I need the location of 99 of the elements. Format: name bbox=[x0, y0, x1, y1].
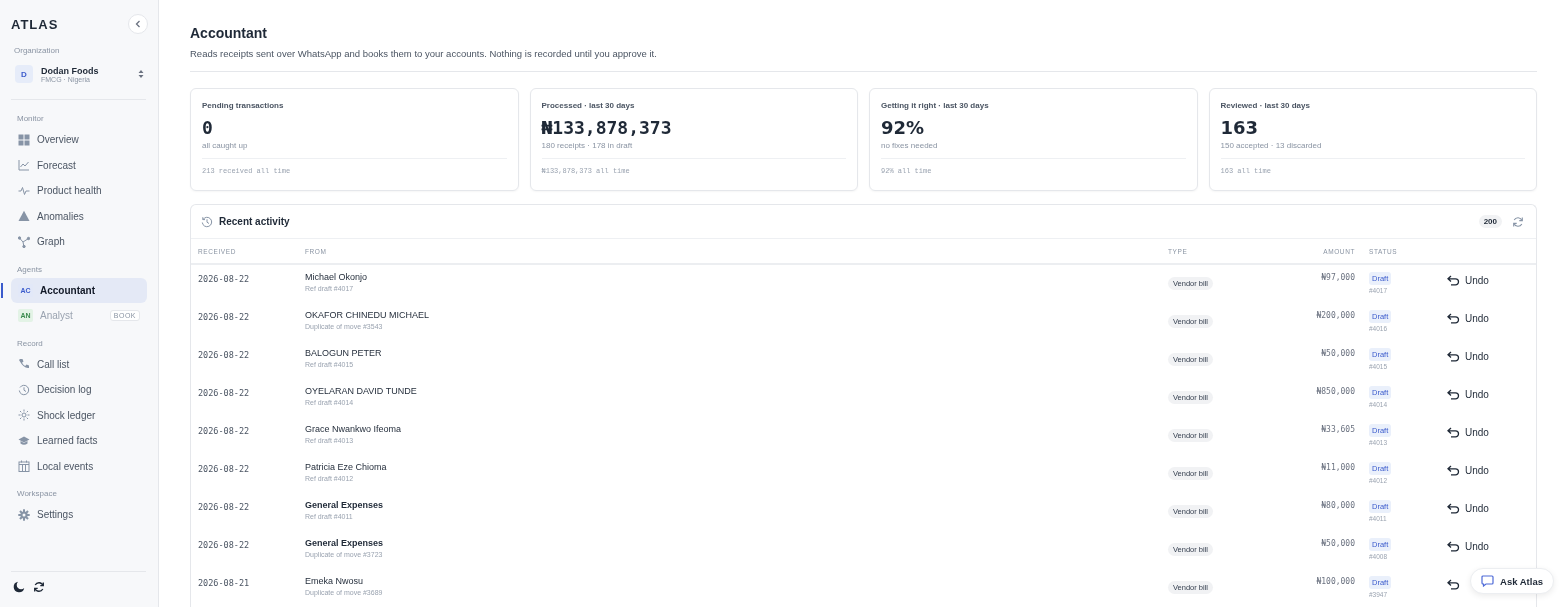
amount-cell-text: ₦100,000 bbox=[1315, 576, 1355, 586]
undo-button[interactable]: Undo bbox=[1447, 311, 1489, 324]
undo-icon bbox=[1447, 503, 1460, 514]
sender-name: Emeka Nwosu bbox=[305, 576, 365, 586]
undo-button[interactable]: Undo bbox=[1447, 425, 1489, 438]
sender-name: OYELARAN DAVID TUNDE bbox=[305, 386, 418, 396]
nav-item[interactable]: Overview bbox=[11, 127, 147, 153]
date-cell-text: 2026-08-22 bbox=[198, 273, 251, 284]
warning-icon bbox=[18, 210, 30, 223]
undo-icon bbox=[1447, 427, 1460, 438]
amount-cell-text: ₦33,605 bbox=[1320, 424, 1355, 434]
undo-button[interactable] bbox=[1447, 577, 1460, 590]
count-badge: 200 bbox=[1478, 215, 1502, 228]
undo-icon bbox=[1447, 351, 1460, 362]
calendar-icon bbox=[18, 460, 30, 473]
phone-icon bbox=[18, 358, 30, 371]
sender-name: BALOGUN PETER bbox=[305, 348, 383, 358]
nav-item[interactable]: Anomalies bbox=[11, 203, 147, 229]
stat-note: 180 receipts · 178 in draft bbox=[541, 141, 846, 159]
chevron-left-icon bbox=[133, 19, 143, 29]
undo-icon bbox=[1447, 275, 1460, 286]
stat-label: Reviewed · last 30 days bbox=[1220, 101, 1311, 110]
stat-label: Getting it right · last 30 days bbox=[881, 101, 990, 110]
stat-label: Processed · last 30 days bbox=[541, 101, 636, 110]
undo-button[interactable]: Undo bbox=[1447, 387, 1489, 400]
stat-note: all caught up bbox=[202, 141, 507, 159]
section-label: Agents bbox=[16, 263, 43, 276]
history-icon bbox=[18, 383, 30, 396]
stat-note: no fixes needed bbox=[881, 141, 1186, 159]
nav-item[interactable]: Settings bbox=[11, 502, 147, 528]
nav-item[interactable]: Graph bbox=[11, 229, 147, 255]
chart-icon bbox=[18, 159, 30, 172]
panel-title: Recent activity bbox=[219, 216, 290, 227]
cap-icon bbox=[18, 434, 30, 447]
section-label: Workspace bbox=[16, 488, 58, 500]
sender-name: OKAFOR CHINEDU MICHAEL bbox=[305, 310, 430, 320]
undo-icon bbox=[1447, 579, 1460, 590]
sender-name: Michael Okonjo bbox=[305, 272, 369, 282]
undo-button[interactable]: Undo bbox=[1447, 463, 1489, 476]
page-title: Accountant bbox=[190, 25, 268, 41]
grid-icon bbox=[18, 133, 30, 146]
history-icon bbox=[201, 215, 213, 228]
refresh-icon[interactable] bbox=[33, 581, 45, 593]
amount-cell-text: ₦80,000 bbox=[1320, 500, 1355, 510]
sender-name: General Expenses bbox=[305, 500, 385, 510]
moon-icon[interactable] bbox=[13, 581, 25, 593]
ask-assistant-button[interactable]: Ask Atlas bbox=[1470, 568, 1554, 594]
stat-value: ₦133,878,373 bbox=[541, 117, 673, 138]
amount-cell-text: ₦200,000 bbox=[1315, 310, 1355, 320]
sun-icon bbox=[18, 409, 30, 422]
section-label: Record bbox=[16, 337, 44, 350]
nav-item[interactable]: Local events bbox=[11, 453, 147, 479]
undo-icon bbox=[1447, 389, 1460, 400]
stat-note: 150 accepted · 13 discarded bbox=[1220, 141, 1525, 159]
nav-item[interactable]: Decision log bbox=[11, 377, 147, 403]
undo-icon bbox=[1447, 313, 1460, 324]
undo-button[interactable]: Undo bbox=[1447, 501, 1489, 514]
undo-button[interactable]: Undo bbox=[1447, 539, 1489, 552]
stat-value: 92% bbox=[881, 117, 926, 138]
date-cell-text: 2026-08-22 bbox=[198, 311, 251, 322]
section-label: Monitor bbox=[16, 113, 45, 125]
date-cell-text: 2026-08-22 bbox=[198, 387, 251, 398]
nav-item[interactable]: Product health bbox=[11, 178, 147, 204]
date-cell-text: 2026-08-22 bbox=[198, 539, 251, 550]
nav-item[interactable]: Call list bbox=[11, 351, 147, 377]
stat-value: 163 bbox=[1220, 117, 1260, 138]
section-label: Organization bbox=[13, 45, 61, 55]
undo-button[interactable]: Undo bbox=[1447, 349, 1489, 362]
gear-icon bbox=[18, 508, 30, 521]
amount-cell-text: ₦50,000 bbox=[1320, 348, 1355, 358]
sender-name: General Expenses bbox=[305, 538, 385, 548]
chat-icon bbox=[1481, 575, 1495, 587]
undo-icon bbox=[1447, 465, 1460, 476]
date-cell-text: 2026-08-22 bbox=[198, 425, 251, 436]
page-description: Reads receipts sent over WhatsApp and books them to your accounts. Nothing is recorded until you approve it. bbox=[190, 48, 658, 59]
collapse-button[interactable] bbox=[128, 14, 148, 34]
sender-name: Grace Nwankwo Ifeoma bbox=[305, 424, 403, 434]
amount-cell-text: ₦850,000 bbox=[1315, 386, 1355, 396]
date-cell-text: 2026-08-22 bbox=[198, 501, 251, 512]
stat-value: 0 bbox=[202, 117, 214, 138]
sender-name: Patricia Eze Chioma bbox=[305, 462, 388, 472]
app-logo: ATLAS bbox=[11, 16, 59, 32]
nav-item[interactable]: Shock ledger bbox=[11, 402, 147, 428]
undo-button[interactable]: Undo bbox=[1447, 273, 1489, 286]
stat-label: Pending transactions bbox=[202, 101, 285, 110]
date-cell-text: 2026-08-22 bbox=[198, 349, 251, 360]
date-cell-text: 2026-08-21 bbox=[198, 577, 251, 588]
nav-item[interactable]: Forecast bbox=[11, 152, 147, 178]
undo-icon bbox=[1447, 541, 1460, 552]
org-name: Dodan Foods bbox=[41, 65, 100, 76]
date-cell-text: 2026-08-22 bbox=[198, 463, 251, 474]
amount-cell-text: ₦50,000 bbox=[1320, 538, 1355, 548]
pulse-icon bbox=[18, 184, 30, 197]
amount-cell-text: ₦97,000 bbox=[1320, 272, 1355, 282]
graph-icon bbox=[18, 235, 30, 248]
org-avatar: D bbox=[15, 65, 33, 83]
sort-icon bbox=[138, 69, 144, 79]
nav-item[interactable]: Learned facts bbox=[11, 428, 147, 454]
amount-cell-text: ₦11,000 bbox=[1320, 462, 1355, 472]
